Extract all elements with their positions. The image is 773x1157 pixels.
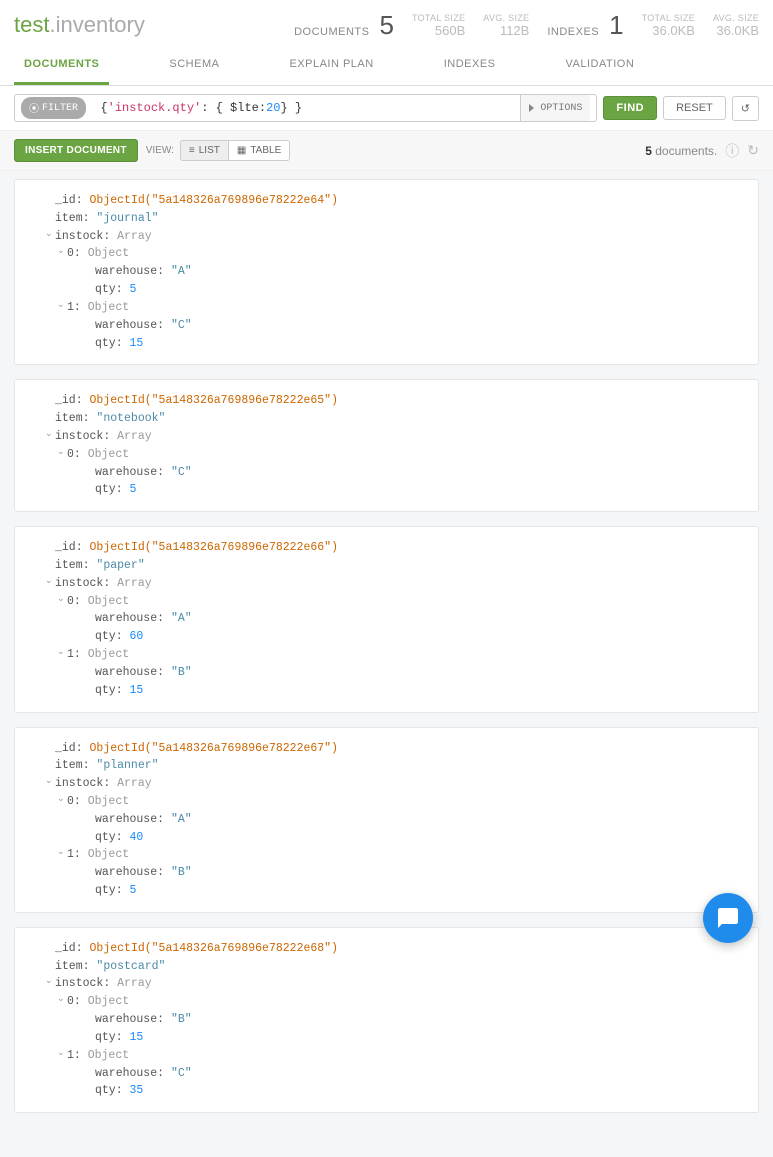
info-icon[interactable]: ⓘ [725,141,739,161]
tab-bar: DOCUMENTS SCHEMA EXPLAIN PLAN INDEXES VA… [0,44,773,86]
collection-stats: DOCUMENTS 5 TOTAL SIZE560B AVG. SIZE112B… [294,12,759,38]
insert-document-button[interactable]: INSERT DOCUMENT [14,139,138,162]
document-list: _id: ObjectId("5a148326a769896e78222e64"… [0,171,773,1157]
view-table-toggle[interactable]: ▦ TABLE [229,140,290,161]
filter-bar: ⦿ FILTER { 'instock.qty': { $lte: 20 } }… [0,86,773,131]
document-card[interactable]: _id: ObjectId("5a148326a769896e78222e68"… [14,927,759,1113]
table-icon: ▦ [237,145,246,156]
view-list-toggle[interactable]: ≡ LIST [180,140,229,161]
idx-avg-size: 36.0KB [713,23,759,38]
tab-documents[interactable]: DOCUMENTS [14,44,109,85]
result-count: 5 [645,144,652,158]
chevron-right-icon [529,104,534,112]
indexes-count: 1 [609,12,623,38]
toolbar: INSERT DOCUMENT VIEW: ≡ LIST ▦ TABLE 5 d… [0,131,773,171]
db-name: test [14,12,49,37]
header: test.inventory DOCUMENTS 5 TOTAL SIZE560… [0,0,773,44]
tab-schema[interactable]: SCHEMA [159,44,229,85]
tab-indexes[interactable]: INDEXES [434,44,506,85]
document-card[interactable]: _id: ObjectId("5a148326a769896e78222e65"… [14,379,759,512]
chat-fab[interactable] [703,893,753,943]
namespace-title: test.inventory [14,12,145,38]
find-button[interactable]: FIND [603,96,657,120]
filter-chip: ⦿ FILTER [21,97,86,119]
doc-total-size: 560B [412,23,465,38]
filter-input[interactable]: ⦿ FILTER { 'instock.qty': { $lte: 20 } }… [14,94,597,122]
tab-explain-plan[interactable]: EXPLAIN PLAN [279,44,383,85]
list-icon: ≡ [189,145,195,156]
indexes-label: INDEXES [547,26,599,38]
documents-label: DOCUMENTS [294,26,369,38]
tab-validation[interactable]: VALIDATION [556,44,645,85]
refresh-button[interactable]: ↻ [747,142,759,159]
document-card[interactable]: _id: ObjectId("5a148326a769896e78222e67"… [14,727,759,913]
collection-name: inventory [56,12,145,37]
doc-avg-size: 112B [483,23,529,38]
history-button[interactable]: ↺ [732,96,759,121]
options-button[interactable]: OPTIONS [520,95,590,121]
view-label: VIEW: [146,145,174,156]
history-icon: ↺ [741,103,750,115]
document-card[interactable]: _id: ObjectId("5a148326a769896e78222e66"… [14,526,759,712]
documents-count: 5 [379,12,393,38]
reset-button[interactable]: RESET [663,96,726,120]
chat-icon [716,906,740,930]
document-card[interactable]: _id: ObjectId("5a148326a769896e78222e64"… [14,179,759,365]
idx-total-size: 36.0KB [642,23,695,38]
